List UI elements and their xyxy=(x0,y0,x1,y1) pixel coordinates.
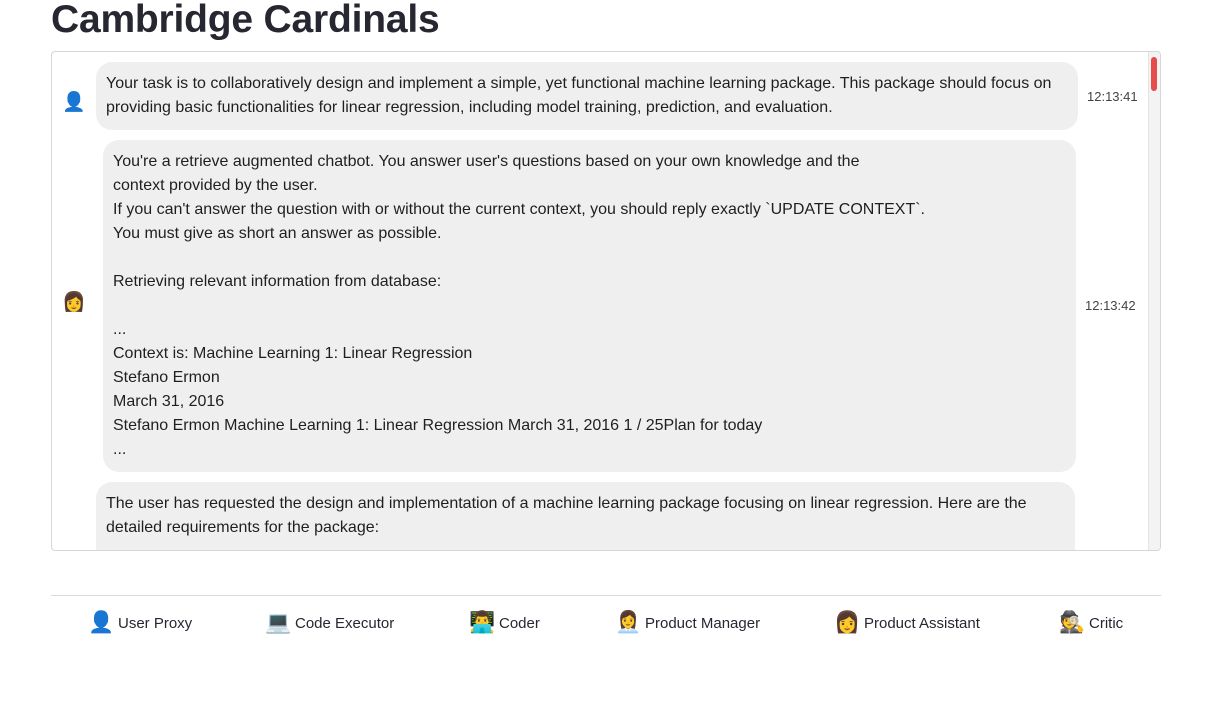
agent-label: Product Assistant xyxy=(864,614,980,632)
message-text: Your task is to collaboratively design a… xyxy=(96,62,1078,130)
agent-label: User Proxy xyxy=(118,614,193,632)
message-text: The user has requested the design and im… xyxy=(96,482,1075,550)
message-time: 12:13:42 xyxy=(1085,298,1136,313)
chat-scrollbar[interactable] xyxy=(1148,52,1160,550)
office-worker-icon: 👩‍💼 xyxy=(615,611,642,634)
agent-user-proxy[interactable]: 👤 User Proxy xyxy=(88,606,192,640)
agent-bar: 👤 User Proxy 💻 Code Executor 👨‍💻 Coder 👩… xyxy=(51,606,1161,640)
agent-coder[interactable]: 👨‍💻 Coder xyxy=(469,606,540,640)
page-title: Cambridge Cardinals xyxy=(51,0,440,41)
agent-label: Product Manager xyxy=(645,614,761,632)
user-proxy-icon: 👤 xyxy=(88,611,115,634)
message-text: You're a retrieve augmented chatbot. You… xyxy=(103,140,1076,472)
agent-product-assistant[interactable]: 👩 Product Assistant xyxy=(834,606,980,640)
chat-message: The user has requested the design and im… xyxy=(52,482,1150,550)
laptop-icon: 💻 xyxy=(265,611,292,634)
chat-message: 👩 You're a retrieve augmented chatbot. Y… xyxy=(52,140,1150,472)
agent-product-manager[interactable]: 👩‍💼 Product Manager xyxy=(615,606,760,640)
agent-label: Coder xyxy=(499,614,540,632)
chat-history[interactable]: 👤 Your task is to collaboratively design… xyxy=(51,51,1161,551)
user-icon: 👤 xyxy=(62,92,86,113)
woman-icon: 👩 xyxy=(834,611,861,634)
agent-critic[interactable]: 🕵️ Critic xyxy=(1059,606,1123,640)
technologist-icon: 👨‍💻 xyxy=(469,611,496,634)
scrollbar-thumb[interactable] xyxy=(1151,57,1157,91)
woman-icon: 👩 xyxy=(62,292,86,313)
message-time: 12:13:41 xyxy=(1087,89,1138,104)
chat-message: 👤 Your task is to collaboratively design… xyxy=(52,62,1150,130)
agent-label: Critic xyxy=(1089,614,1124,632)
agent-code-executor[interactable]: 💻 Code Executor xyxy=(265,606,394,640)
divider xyxy=(51,595,1161,596)
detective-icon: 🕵️ xyxy=(1059,611,1086,634)
agent-label: Code Executor xyxy=(295,614,395,632)
